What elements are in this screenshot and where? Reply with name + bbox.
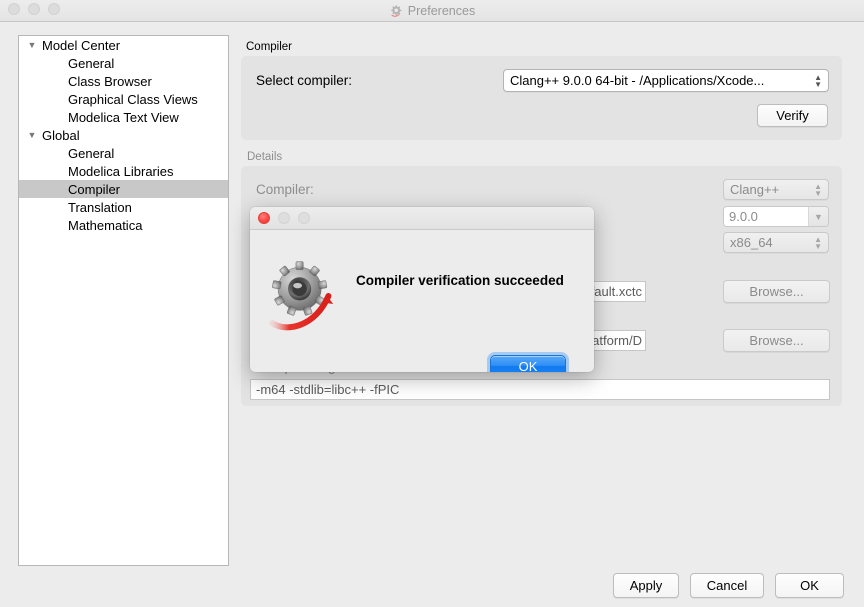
ok-button[interactable]: OK	[775, 573, 844, 598]
window-title: Preferences	[407, 3, 476, 18]
tree-item-mathematica[interactable]: Mathematica	[19, 216, 228, 234]
tree-item-class-browser[interactable]: Class Browser	[19, 72, 228, 90]
tree-item-graphical-class-views[interactable]: Graphical Class Views	[19, 90, 228, 108]
dialog-body: Compiler verification succeeded OK	[250, 230, 594, 372]
gear-with-red-arrow-icon	[269, 261, 334, 331]
browse-button-1[interactable]: Browse...	[723, 280, 830, 303]
disclosure-triangle-icon[interactable]: ▼	[24, 40, 40, 50]
tree-item-label: General	[68, 55, 115, 71]
tree-item-model-center-general[interactable]: General	[19, 54, 228, 72]
tree-item-label: Global	[42, 127, 80, 143]
browse-button-2[interactable]: Browse...	[723, 329, 830, 352]
chevron-updown-icon: ▲ ▼	[814, 234, 822, 251]
tree-item-translation[interactable]: Translation	[19, 198, 228, 216]
tree-item-label: Model Center	[42, 37, 121, 53]
tree-item-label: Compiler	[68, 181, 121, 197]
dialog-close-button[interactable]	[258, 212, 270, 224]
details-group-title: Details	[247, 151, 283, 163]
verify-button[interactable]: Verify	[757, 104, 828, 127]
cancel-button[interactable]: Cancel	[690, 573, 764, 598]
window-title-group: Preferences	[389, 4, 475, 18]
chevron-updown-icon: ▲ ▼	[814, 72, 822, 89]
gear-icon	[390, 4, 402, 17]
compiler-group-title: Compiler	[246, 41, 293, 53]
compiler-kind-dropdown[interactable]: Clang++ ▲ ▼	[723, 179, 829, 200]
dialog-ok-button[interactable]: OK	[490, 355, 566, 372]
select-compiler-dropdown[interactable]: Clang++ 9.0.0 64-bit - /Applications/Xco…	[503, 69, 829, 92]
dialog-minimize-button[interactable]	[278, 212, 290, 224]
details-compiler-label: Compiler:	[256, 182, 314, 197]
apply-button[interactable]: Apply	[613, 573, 679, 598]
close-button[interactable]	[8, 3, 20, 15]
select-compiler-label: Select compiler:	[256, 73, 353, 88]
compiler-arch-value: x86_64	[730, 235, 773, 250]
disclosure-triangle-icon[interactable]: ▼	[24, 130, 40, 140]
maximize-button[interactable]	[48, 3, 60, 15]
compiler-kind-value: Clang++	[730, 182, 780, 197]
compiler-version-value[interactable]: 9.0.0	[724, 207, 809, 226]
tree-item-modelica-libraries[interactable]: Modelica Libraries	[19, 162, 228, 180]
dialog-titlebar	[250, 207, 594, 230]
dialog-maximize-button[interactable]	[298, 212, 310, 224]
window-traffic-lights	[8, 3, 60, 15]
minimize-button[interactable]	[28, 3, 40, 15]
compiler-version-combobox[interactable]: 9.0.0 ▼	[723, 206, 829, 227]
preferences-tree[interactable]: ▼ Model Center General Class Browser Gra…	[18, 35, 229, 566]
tree-item-label: Graphical Class Views	[68, 91, 198, 107]
tree-item-model-center[interactable]: ▼ Model Center	[19, 36, 228, 54]
compiler-arch-dropdown[interactable]: x86_64 ▲ ▼	[723, 232, 829, 253]
chevron-updown-icon: ▲ ▼	[814, 181, 822, 198]
tree-item-global-general[interactable]: General	[19, 144, 228, 162]
tree-item-label: Mathematica	[68, 217, 143, 233]
tree-item-label: Class Browser	[68, 73, 152, 89]
tree-item-label: General	[68, 145, 115, 161]
verification-dialog: Compiler verification succeeded OK	[250, 207, 594, 372]
dialog-message: Compiler verification succeeded	[356, 273, 564, 288]
tree-item-label: Translation	[68, 199, 132, 215]
tree-item-modelica-text-view[interactable]: Modelica Text View	[19, 108, 228, 126]
select-compiler-value: Clang++ 9.0.0 64-bit - /Applications/Xco…	[510, 73, 765, 88]
compiler-flags-field[interactable]: -m64 -stdlib=libc++ -fPIC	[250, 379, 830, 400]
tree-item-global[interactable]: ▼ Global	[19, 126, 228, 144]
tree-item-label: Modelica Libraries	[68, 163, 174, 179]
chevron-down-icon[interactable]: ▼	[809, 207, 828, 226]
preferences-window: Preferences ▼ Model Center General Class…	[0, 0, 864, 607]
tree-item-label: Modelica Text View	[68, 109, 179, 125]
tree-item-compiler[interactable]: Compiler	[19, 180, 228, 198]
window-titlebar: Preferences	[0, 0, 864, 22]
